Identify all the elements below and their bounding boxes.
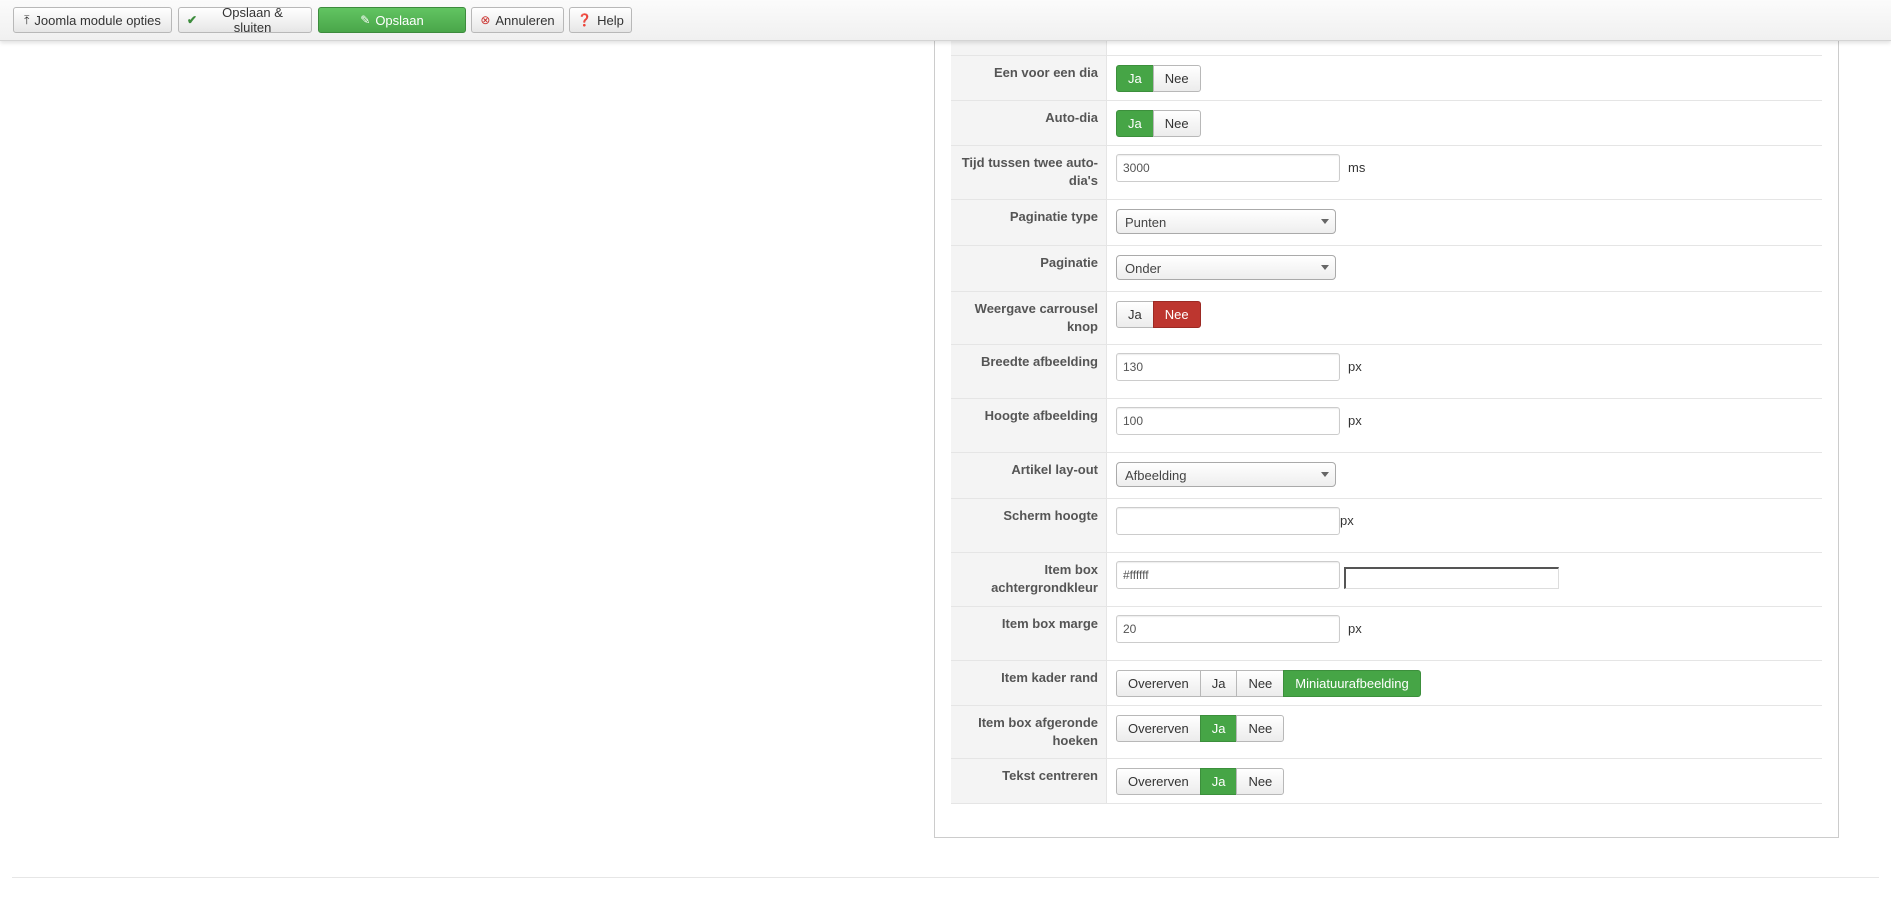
save-and-close-button[interactable]: ✔ Opslaan & sluiten bbox=[178, 5, 312, 35]
save-button[interactable]: ✎ Opslaan bbox=[318, 7, 466, 33]
label-een-voor-een-dia: Een voor een dia bbox=[951, 56, 1107, 100]
een-voor-een-dia-nee[interactable]: Nee bbox=[1152, 65, 1201, 92]
tekst-centreren-nee[interactable]: Nee bbox=[1236, 768, 1285, 795]
auto-dia-ja[interactable]: Ja bbox=[1116, 110, 1154, 137]
paginatie-select[interactable]: Onder bbox=[1116, 255, 1336, 280]
tijd-tussen-unit: ms bbox=[1348, 160, 1366, 175]
row-paginatie: Paginatie Onder bbox=[951, 246, 1822, 292]
label-breedte-afbeelding: Breedte afbeelding bbox=[951, 345, 1107, 398]
row-item-box-achtergrondkleur: Item box achtergrondkleur bbox=[951, 553, 1822, 607]
label-auto-dia: Auto-dia bbox=[951, 101, 1107, 145]
row-item-kader-rand: Item kader rand Overerven Ja Nee Miniatu… bbox=[951, 661, 1822, 706]
label-hoogte-afbeelding: Hoogte afbeelding bbox=[951, 399, 1107, 452]
row-paginatie-type: Paginatie type Punten bbox=[951, 200, 1822, 246]
toolbar: ⤒ Joomla module opties ✔ Opslaan & sluit… bbox=[0, 0, 1891, 41]
item-box-marge-unit: px bbox=[1348, 621, 1362, 636]
item-kader-rand-ja[interactable]: Ja bbox=[1199, 670, 1238, 697]
tekst-centreren-toggle: Overerven Ja Nee bbox=[1116, 768, 1285, 795]
auto-dia-toggle: Ja Nee bbox=[1116, 110, 1201, 137]
row-weergave-carrousel: Weergave carrousel knop Ja Nee bbox=[951, 292, 1822, 345]
check-icon: ✔ bbox=[187, 13, 198, 27]
chevron-down-icon bbox=[1321, 265, 1329, 270]
upload-icon: ⤒ bbox=[24, 13, 30, 27]
color-swatch[interactable] bbox=[1344, 567, 1559, 589]
item-kader-rand-miniatuurafbeelding[interactable]: Miniatuurafbeelding bbox=[1283, 670, 1421, 697]
row-hoogte-afbeelding: Hoogte afbeelding px bbox=[951, 399, 1822, 453]
paginatie-type-select[interactable]: Punten bbox=[1116, 209, 1336, 234]
chevron-down-icon bbox=[1321, 472, 1329, 477]
item-kader-rand-nee[interactable]: Nee bbox=[1236, 670, 1285, 697]
item-box-marge-input[interactable] bbox=[1116, 615, 1340, 643]
label-paginatie: Paginatie bbox=[951, 246, 1107, 291]
help-icon: ❓ bbox=[577, 13, 593, 27]
een-voor-een-dia-ja[interactable]: Ja bbox=[1116, 65, 1154, 92]
een-voor-een-dia-toggle: Ja Nee bbox=[1116, 65, 1201, 92]
label-item-kader-rand: Item kader rand bbox=[951, 661, 1107, 705]
joomla-module-options-button[interactable]: ⤒ Joomla module opties bbox=[13, 7, 172, 33]
edit-icon: ✎ bbox=[360, 13, 371, 27]
label-item-box-achtergrondkleur: Item box achtergrondkleur bbox=[951, 553, 1107, 606]
afgeronde-hoeken-overerven[interactable]: Overerven bbox=[1116, 715, 1201, 742]
cancel-icon: ⊗ bbox=[480, 13, 491, 27]
label-item-box-afgeronde-hoeken: Item box afgeronde hoeken bbox=[951, 706, 1107, 758]
hoogte-afbeelding-input[interactable] bbox=[1116, 407, 1340, 435]
label-tekst-centreren: Tekst centreren bbox=[951, 759, 1107, 803]
cancel-button[interactable]: ⊗ Annuleren bbox=[471, 7, 564, 33]
item-kader-rand-overerven[interactable]: Overerven bbox=[1116, 670, 1201, 697]
item-kader-rand-toggle: Overerven Ja Nee Miniatuurafbeelding bbox=[1116, 670, 1421, 697]
weergave-carrousel-nee[interactable]: Nee bbox=[1152, 301, 1201, 328]
row-tekst-centreren: Tekst centreren Overerven Ja Nee bbox=[951, 759, 1822, 804]
label-tijd-tussen: Tijd tussen twee auto-dia's bbox=[951, 146, 1107, 199]
partial-row bbox=[951, 40, 1822, 56]
row-breedte-afbeelding: Breedte afbeelding px bbox=[951, 345, 1822, 399]
row-item-box-marge: Item box marge px bbox=[951, 607, 1822, 661]
item-box-achtergrondkleur-input[interactable] bbox=[1116, 561, 1340, 589]
auto-dia-nee[interactable]: Nee bbox=[1152, 110, 1201, 137]
item-box-afgeronde-hoeken-toggle: Overerven Ja Nee bbox=[1116, 715, 1285, 742]
afgeronde-hoeken-nee[interactable]: Nee bbox=[1236, 715, 1285, 742]
breedte-afbeelding-unit: px bbox=[1348, 359, 1362, 374]
tekst-centreren-overerven[interactable]: Overerven bbox=[1116, 768, 1201, 795]
label-weergave-carrousel: Weergave carrousel knop bbox=[951, 292, 1107, 344]
label-paginatie-type: Paginatie type bbox=[951, 200, 1107, 245]
row-auto-dia: Auto-dia Ja Nee bbox=[951, 101, 1822, 146]
scherm-hoogte-unit: px bbox=[1340, 513, 1354, 528]
label-item-box-marge: Item box marge bbox=[951, 607, 1107, 660]
tijd-tussen-input[interactable] bbox=[1116, 154, 1340, 182]
row-scherm-hoogte: Scherm hoogte px bbox=[951, 499, 1822, 553]
weergave-carrousel-toggle: Ja Nee bbox=[1116, 301, 1201, 328]
afgeronde-hoeken-ja[interactable]: Ja bbox=[1199, 715, 1238, 742]
hoogte-afbeelding-unit: px bbox=[1348, 413, 1362, 428]
label-artikel-layout: Artikel lay-out bbox=[951, 453, 1107, 498]
row-artikel-layout: Artikel lay-out Afbeelding bbox=[951, 453, 1822, 499]
chevron-down-icon bbox=[1321, 219, 1329, 224]
scherm-hoogte-input[interactable] bbox=[1116, 507, 1340, 535]
row-item-box-afgeronde-hoeken: Item box afgeronde hoeken Overerven Ja N… bbox=[951, 706, 1822, 759]
row-een-voor-een-dia: Een voor een dia Ja Nee bbox=[951, 56, 1822, 101]
help-button[interactable]: ❓ Help bbox=[569, 7, 632, 33]
weergave-carrousel-ja[interactable]: Ja bbox=[1116, 301, 1154, 328]
tekst-centreren-ja[interactable]: Ja bbox=[1199, 768, 1238, 795]
artikel-layout-select[interactable]: Afbeelding bbox=[1116, 462, 1336, 487]
label-scherm-hoogte: Scherm hoogte bbox=[951, 499, 1107, 552]
module-options-panel: Een voor een dia Ja Nee Auto-dia Ja Nee … bbox=[934, 40, 1839, 838]
row-tijd-tussen: Tijd tussen twee auto-dia's ms bbox=[951, 146, 1822, 200]
footer-divider bbox=[12, 877, 1879, 878]
breedte-afbeelding-input[interactable] bbox=[1116, 353, 1340, 381]
